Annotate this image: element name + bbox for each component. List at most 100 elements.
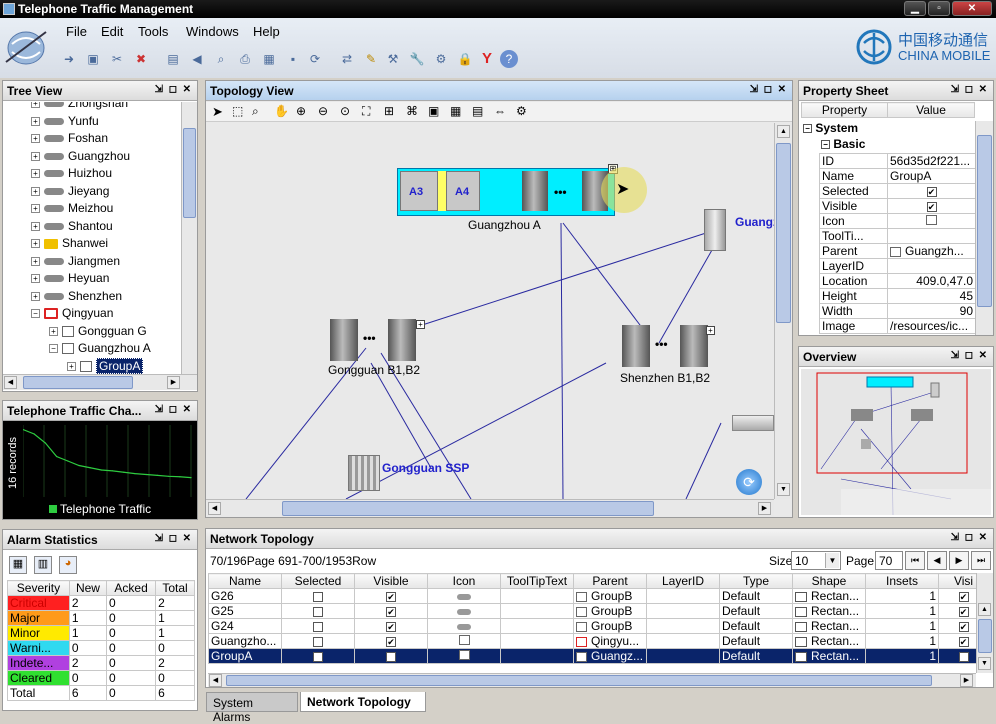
layout-icon[interactable]: ⌘ [406, 104, 418, 118]
expand-icon[interactable]: + [31, 102, 40, 109]
tree-hscroll-thumb[interactable] [23, 376, 133, 389]
bar-chart-icon[interactable]: ▥ [34, 556, 52, 574]
rack-icon[interactable] [622, 325, 650, 367]
cut-icon[interactable]: ✂ [108, 50, 126, 68]
save-icon[interactable]: ▪ [284, 50, 302, 68]
export-image-icon[interactable]: ▤ [472, 104, 483, 118]
scroll-left-icon[interactable]: ◀ [209, 674, 222, 687]
tree-item[interactable]: + Heyuan [31, 271, 109, 288]
tree-item[interactable]: + Zhongshan [31, 102, 128, 113]
selected-checkbox[interactable] [313, 621, 323, 632]
col-name[interactable]: Name [208, 573, 282, 589]
pan-icon[interactable]: ✋ [274, 104, 289, 118]
tree-item[interactable]: + Foshan [31, 131, 108, 148]
scroll-down-icon[interactable]: ▼ [777, 483, 790, 496]
page-input[interactable]: 70 [875, 551, 903, 570]
expand-icon[interactable]: + [31, 239, 40, 249]
col-visi[interactable]: Visi [938, 573, 976, 589]
alarm-row[interactable]: Indete... 2 0 2 [7, 655, 195, 671]
expand-icon[interactable]: + [31, 186, 40, 196]
expand-icon[interactable]: + [31, 256, 40, 266]
table-row[interactable]: GroupA ✔ Guangz... Default Rectan... 1 ✔ [208, 648, 976, 664]
property-row[interactable]: ToolTi... [819, 228, 976, 244]
expand-icon[interactable]: + [31, 116, 40, 126]
overview-map[interactable] [801, 369, 991, 516]
property-vscroll-thumb[interactable] [977, 135, 992, 307]
tree-item[interactable]: + Shenzhen [31, 289, 122, 306]
col-value[interactable]: Value [887, 102, 975, 118]
alarm-row[interactable]: Cleared 0 0 0 [7, 670, 195, 686]
marquee-icon[interactable]: ⬚ [232, 104, 243, 118]
visible-checkbox[interactable]: ✔ [386, 591, 396, 602]
zoom-reset-icon[interactable]: ⊙ [340, 104, 350, 118]
expand-icon[interactable]: + [49, 326, 58, 336]
close-panel-icon[interactable]: ✕ [183, 404, 191, 415]
maximize-panel-icon[interactable]: ◻ [169, 84, 177, 95]
property-row[interactable]: ID 56d35d2f221... [819, 153, 976, 169]
expand-icon[interactable]: + [31, 221, 40, 231]
chevron-down-icon[interactable]: ▼ [825, 553, 839, 568]
visible-checkbox[interactable]: ✔ [386, 606, 396, 617]
close-panel-icon[interactable]: ✕ [778, 84, 786, 95]
new-doc-icon[interactable]: ▤ [164, 50, 182, 68]
zoom-in-icon[interactable]: ⊕ [296, 104, 306, 118]
scroll-right-icon[interactable]: ▶ [167, 376, 180, 389]
pin-icon[interactable]: ⇲ [155, 404, 163, 415]
expand-icon[interactable]: + [31, 169, 40, 179]
ssp-switch-icon[interactable] [348, 455, 380, 491]
menu-file[interactable]: File [66, 24, 87, 39]
first-page-icon[interactable]: ⏮ [905, 551, 925, 570]
wand-icon[interactable]: ✎ [362, 50, 380, 68]
tree-item[interactable]: + Gongguan G [49, 324, 147, 341]
topology-hscroll-thumb[interactable] [282, 501, 654, 516]
collapse-icon[interactable]: − [821, 140, 830, 150]
menu-edit[interactable]: Edit [101, 24, 123, 39]
export-icon[interactable]: ▣ [84, 50, 102, 68]
grid-icon[interactable]: ▦ [450, 104, 461, 118]
property-value[interactable] [887, 228, 976, 244]
cloud-icon[interactable]: ⟳ [736, 469, 762, 495]
close-panel-icon[interactable]: ✕ [979, 84, 987, 95]
property-row[interactable]: Selected ✔ [819, 183, 976, 199]
image-icon[interactable]: ▦ [260, 50, 278, 68]
property-value[interactable]: /resources/ic... [887, 318, 976, 334]
delete-icon[interactable]: ✖ [132, 50, 150, 68]
scroll-right-icon[interactable]: ▶ [960, 674, 973, 687]
col-type[interactable]: Type [719, 573, 793, 589]
visible-checkbox[interactable]: ✔ [386, 621, 396, 632]
tree-item[interactable]: + Huizhou [31, 166, 112, 183]
group-node-guangzhou-a[interactable]: A3 A4 ••• ⊞ [397, 164, 618, 216]
close-button[interactable]: ✕ [952, 1, 992, 16]
settings-icon[interactable]: ⚙ [516, 104, 527, 118]
visible-checkbox[interactable]: ✔ [386, 651, 396, 662]
scroll-up-icon[interactable]: ▲ [978, 603, 991, 616]
close-panel-icon[interactable]: ✕ [979, 350, 987, 361]
property-vscroll[interactable] [975, 121, 993, 335]
router-icon[interactable] [732, 415, 774, 431]
visi-checkbox[interactable]: ✔ [958, 651, 969, 662]
tab-network-topology[interactable]: Network Topology [300, 692, 426, 712]
minimize-button[interactable]: ▁ [904, 1, 926, 16]
menu-tools[interactable]: Tools [138, 24, 168, 39]
expand-icon[interactable]: + [67, 361, 76, 371]
collapse-icon[interactable]: − [49, 344, 58, 354]
magnify-icon[interactable]: ⌕ [252, 104, 259, 119]
next-page-icon[interactable]: ▶ [949, 551, 969, 570]
tree-item[interactable]: − Qingyuan [31, 306, 113, 323]
expand-icon[interactable]: + [31, 291, 40, 301]
expand-toggle-icon[interactable]: + [416, 320, 425, 329]
collapse-icon[interactable]: − [803, 124, 812, 134]
lock-icon[interactable]: 🔒 [456, 50, 474, 68]
scroll-down-icon[interactable]: ▼ [978, 657, 991, 670]
col-total[interactable]: Total [155, 580, 195, 596]
section-basic[interactable]: − Basic [821, 137, 865, 151]
rack-icon[interactable] [330, 319, 358, 361]
tree-item[interactable]: − Guangzhou A [49, 341, 151, 358]
table-row[interactable]: G26 ✔ GroupB Default Rectan... 1 ✔ [208, 588, 976, 604]
property-row[interactable]: Width 90 [819, 303, 976, 319]
col-shape[interactable]: Shape [792, 573, 866, 589]
checkbox[interactable]: ✔ [926, 201, 937, 212]
tree-item[interactable]: + Yunfu [31, 114, 99, 131]
maximize-panel-icon[interactable]: ◻ [764, 84, 772, 95]
section-system[interactable]: − System [803, 121, 858, 135]
